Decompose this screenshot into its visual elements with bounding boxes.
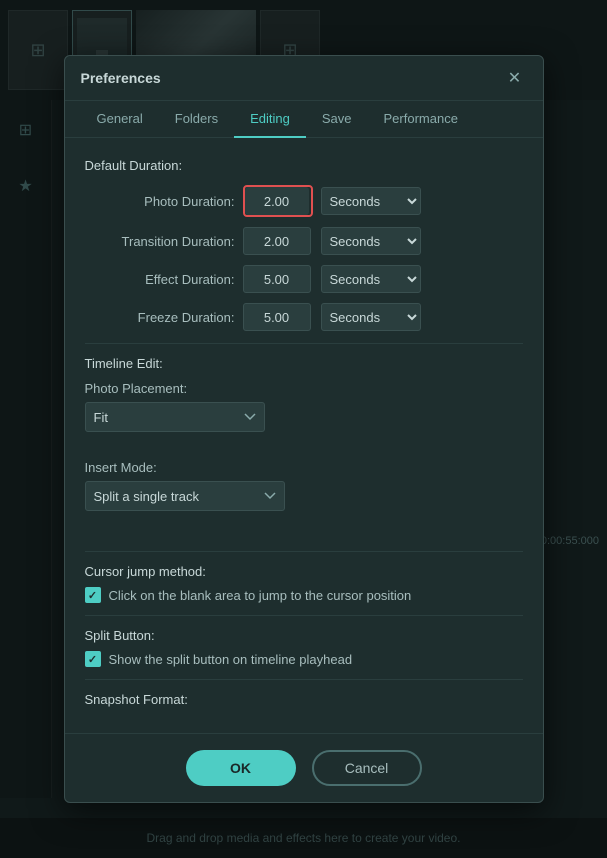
tab-general[interactable]: General [81, 101, 159, 138]
transition-duration-input-wrap [243, 227, 313, 255]
close-button[interactable]: ✕ [503, 66, 527, 90]
effect-duration-input[interactable] [243, 265, 311, 293]
freeze-duration-unit[interactable]: Seconds Frames [321, 303, 421, 331]
tab-performance[interactable]: Performance [368, 101, 474, 138]
preferences-dialog: Preferences ✕ General Folders Editing Sa… [64, 55, 544, 803]
default-duration-label: Default Duration: [85, 158, 523, 173]
divider-2 [85, 551, 523, 552]
freeze-duration-label: Freeze Duration: [85, 310, 235, 325]
split-button-checkbox[interactable] [85, 651, 101, 667]
modal-overlay: Preferences ✕ General Folders Editing Sa… [0, 0, 607, 858]
photo-duration-input[interactable] [245, 187, 309, 215]
insert-mode-select[interactable]: Split a single track All tracks Current … [85, 481, 285, 511]
effect-duration-row: Effect Duration: Seconds Frames [85, 265, 523, 293]
dialog-titlebar: Preferences ✕ [65, 56, 543, 101]
cursor-jump-row: Click on the blank area to jump to the c… [85, 587, 523, 603]
dialog-body: Default Duration: Photo Duration: Second… [65, 138, 543, 733]
cursor-jump-text: Click on the blank area to jump to the c… [109, 588, 412, 603]
photo-placement-select[interactable]: Fit Stretch Crop [85, 402, 265, 432]
divider-3 [85, 615, 523, 616]
split-button-text: Show the split button on timeline playhe… [109, 652, 353, 667]
freeze-duration-row: Freeze Duration: Seconds Frames [85, 303, 523, 331]
timeline-edit-label: Timeline Edit: [85, 356, 523, 371]
photo-duration-label: Photo Duration: [85, 194, 235, 209]
freeze-duration-input[interactable] [243, 303, 311, 331]
effect-duration-unit[interactable]: Seconds Frames [321, 265, 421, 293]
dialog-title: Preferences [81, 70, 161, 86]
snapshot-format-label: Snapshot Format: [85, 692, 523, 707]
tab-save[interactable]: Save [306, 101, 368, 138]
divider-1 [85, 343, 523, 344]
cursor-jump-label: Cursor jump method: [85, 564, 523, 579]
effect-duration-label: Effect Duration: [85, 272, 235, 287]
transition-duration-input[interactable] [243, 227, 311, 255]
tab-folders[interactable]: Folders [159, 101, 234, 138]
tab-bar: General Folders Editing Save Performance [65, 101, 543, 138]
effect-duration-input-wrap [243, 265, 313, 293]
cancel-button[interactable]: Cancel [312, 750, 422, 786]
transition-duration-label: Transition Duration: [85, 234, 235, 249]
tab-editing[interactable]: Editing [234, 101, 306, 138]
cursor-jump-checkbox[interactable] [85, 587, 101, 603]
photo-duration-input-wrap [243, 185, 313, 217]
transition-duration-row: Transition Duration: Seconds Frames [85, 227, 523, 255]
photo-placement-label: Photo Placement: [85, 381, 523, 396]
insert-mode-label: Insert Mode: [85, 460, 523, 475]
photo-duration-row: Photo Duration: Seconds Frames [85, 185, 523, 217]
split-button-label: Split Button: [85, 628, 523, 643]
freeze-duration-input-wrap [243, 303, 313, 331]
transition-duration-unit[interactable]: Seconds Frames [321, 227, 421, 255]
dialog-footer: OK Cancel [65, 733, 543, 802]
divider-4 [85, 679, 523, 680]
ok-button[interactable]: OK [186, 750, 296, 786]
split-button-row: Show the split button on timeline playhe… [85, 651, 523, 667]
photo-duration-unit[interactable]: Seconds Frames [321, 187, 421, 215]
